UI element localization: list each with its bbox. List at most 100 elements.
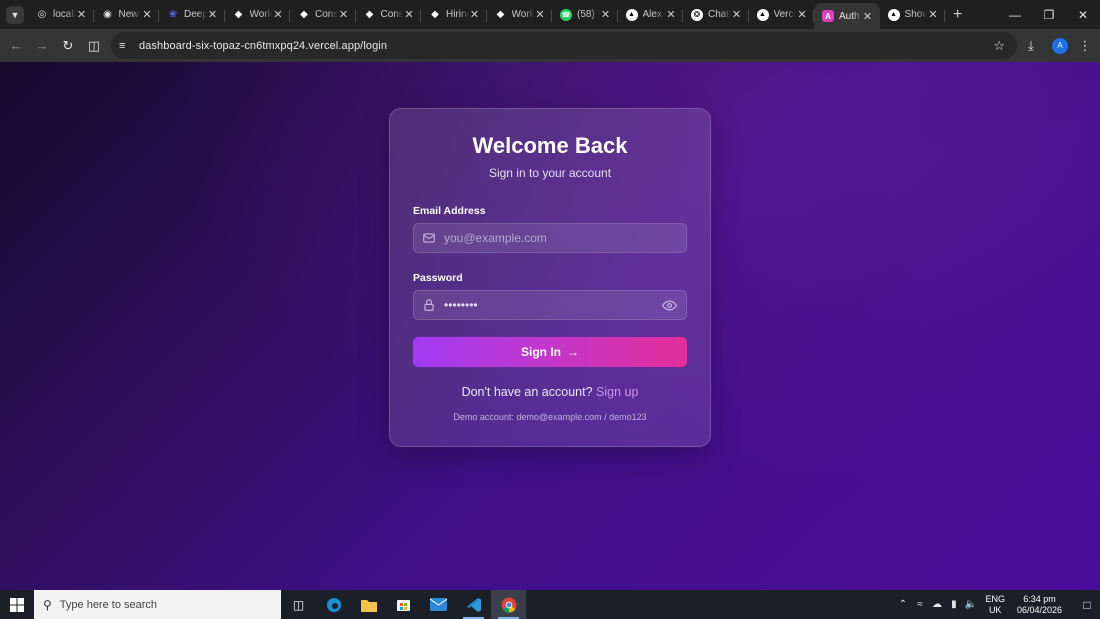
profile-avatar[interactable]: A xyxy=(1052,37,1068,54)
onedrive-icon[interactable]: ☁ xyxy=(928,599,945,610)
browser-tab[interactable]: ◆ Hiring✕ xyxy=(421,2,487,28)
vscode-app[interactable] xyxy=(456,590,491,619)
diamond-icon: ◆ xyxy=(431,9,439,20)
chrome-app[interactable] xyxy=(491,590,526,619)
task-view-icon: ◫ xyxy=(292,597,305,612)
clock-time: 6:34 pm xyxy=(1023,593,1056,604)
tab-title: Show xyxy=(904,9,928,20)
eye-icon[interactable] xyxy=(662,297,678,313)
browser-tab[interactable]: ◆ Console✕ xyxy=(290,2,356,28)
mail-app-icon xyxy=(430,598,447,611)
new-tab-button[interactable]: + xyxy=(953,6,962,24)
taskbar-search-box[interactable]: ⚲ Type here to search xyxy=(34,590,281,619)
vercel-icon: ▲ xyxy=(756,8,769,21)
site-info-icon[interactable]: ≡ xyxy=(119,40,135,52)
back-button[interactable]: ← xyxy=(3,33,29,59)
email-input[interactable] xyxy=(444,231,686,245)
browser-tab[interactable]: ❀ DeepSeek✕ xyxy=(159,2,225,28)
tab-close-icon[interactable]: ✕ xyxy=(600,8,612,21)
sign-up-link[interactable]: Sign up xyxy=(596,385,638,399)
toolbar-right: ⤓ A ⋮ xyxy=(1018,29,1094,62)
notification-icon[interactable]: □ xyxy=(1074,598,1100,612)
folder-icon xyxy=(360,599,377,612)
tab-close-icon[interactable]: ✕ xyxy=(731,8,743,21)
password-input[interactable] xyxy=(444,298,662,312)
url-text[interactable]: dashboard-six-topaz-cn6tmxpq24.vercel.ap… xyxy=(139,40,387,52)
login-subtitle: Sign in to your account xyxy=(488,166,612,180)
tab-title: New Tab xyxy=(118,9,142,20)
browser-tab[interactable]: A Auth ✕ xyxy=(814,3,880,29)
tab-search-button[interactable]: ▼ xyxy=(6,5,24,24)
taskbar-search-placeholder: Type here to search xyxy=(59,598,158,611)
browser-tab[interactable]: ❂ ChatGPT✕ xyxy=(683,2,749,28)
browser-tab[interactable]: ▲ Show ✕ xyxy=(880,2,946,28)
password-label: Password xyxy=(413,272,463,284)
clock[interactable]: 6:34 pm 06/04/2026 xyxy=(1017,594,1062,616)
vercel-icon: ▲ xyxy=(887,8,900,21)
start-button[interactable] xyxy=(0,590,34,619)
download-icon[interactable]: ⤓ xyxy=(1018,38,1044,54)
app-icon: A xyxy=(822,10,834,22)
tab-title: Vercel xyxy=(773,9,797,20)
volume-icon[interactable]: 🔈 xyxy=(962,599,979,610)
browser-tab[interactable]: ◎ localhost✕ xyxy=(28,2,94,28)
bookmark-star-icon[interactable]: ☆ xyxy=(993,38,1005,54)
tab-title: DeepSeek xyxy=(184,9,207,20)
tab-close-icon[interactable]: ✕ xyxy=(141,8,153,21)
lang-code: ENG xyxy=(985,593,1005,604)
tab-close-icon[interactable]: ✕ xyxy=(207,8,219,21)
password-field-wrapper[interactable] xyxy=(413,290,687,320)
tab-title: Workspace xyxy=(249,9,273,20)
browser-tab[interactable]: ▲ Alex ✕ xyxy=(618,2,684,28)
diamond-icon: ◆ xyxy=(300,9,308,20)
address-bar[interactable]: ≡ dashboard-six-topaz-cn6tmxpq24.vercel.… xyxy=(111,32,1017,59)
menu-kebab-icon[interactable]: ⋮ xyxy=(1076,38,1094,54)
tab-close-icon[interactable]: ✕ xyxy=(469,8,481,21)
battery-icon[interactable]: ▮ xyxy=(945,599,962,610)
tab-close-icon[interactable]: ✕ xyxy=(665,8,677,21)
window-controls: — ❐ ✕ xyxy=(998,0,1100,29)
close-window-button[interactable]: ✕ xyxy=(1066,0,1100,29)
reload-button[interactable]: ↻ xyxy=(55,33,81,59)
tab-close-icon[interactable]: ✕ xyxy=(862,10,874,23)
forward-button[interactable]: → xyxy=(29,33,55,59)
tab-close-icon[interactable]: ✕ xyxy=(403,8,415,21)
tab-close-icon[interactable]: ✕ xyxy=(927,8,939,21)
browser-tab[interactable]: ▲ Vercel✕ xyxy=(749,2,815,28)
tab-close-icon[interactable]: ✕ xyxy=(338,8,350,21)
search-icon: ⚲ xyxy=(43,597,52,612)
tab-close-icon[interactable]: ✕ xyxy=(534,8,546,21)
tab-title: Console xyxy=(315,9,338,20)
tab-strip: ▼ ◎localhost✕◉New Tab✕❀DeepSeek✕◆Workspa… xyxy=(0,0,1100,29)
diamond-icon: ◆ xyxy=(496,9,505,20)
tab-close-icon[interactable]: ✕ xyxy=(796,8,808,21)
chrome-icon: ◉ xyxy=(103,9,112,20)
browser-tab[interactable]: ◆ Workspace✕ xyxy=(225,2,291,28)
store-app[interactable] xyxy=(386,590,421,619)
file-explorer-app[interactable] xyxy=(351,590,386,619)
browser-tab[interactable]: ◆ Workspace✕ xyxy=(487,2,553,28)
task-view-button[interactable]: ◫ xyxy=(281,590,316,619)
browser-tab[interactable]: ◉ New Tab✕ xyxy=(94,2,160,28)
chrome-icon xyxy=(501,597,516,612)
tab-list: ◎localhost✕◉New Tab✕❀DeepSeek✕◆Workspace… xyxy=(28,0,945,29)
restore-button[interactable]: ❐ xyxy=(1032,0,1066,29)
email-field-wrapper[interactable] xyxy=(413,223,687,253)
whatsapp-icon: ☎ xyxy=(560,8,572,21)
sign-in-label: Sign In xyxy=(521,345,561,359)
windows-taskbar: ⚲ Type here to search ◫ ⌃ ≈ ☁ ▮ 🔈 ENG UK… xyxy=(0,590,1100,619)
language-indicator[interactable]: ENG UK xyxy=(985,594,1005,616)
browser-tab[interactable]: ☎ (58) WhatsApp✕ xyxy=(552,2,618,28)
chevron-up-icon[interactable]: ⌃ xyxy=(894,599,911,610)
minimize-button[interactable]: — xyxy=(998,0,1032,29)
mail-app[interactable] xyxy=(421,590,456,619)
tab-close-icon[interactable]: ✕ xyxy=(76,8,88,21)
vercel-icon: ▲ xyxy=(625,8,638,21)
browser-tab[interactable]: ◆ Console✕ xyxy=(356,2,422,28)
wifi-icon[interactable]: ≈ xyxy=(911,599,928,610)
edge-app[interactable] xyxy=(316,590,351,619)
split-view-button[interactable]: ◫ xyxy=(81,33,107,59)
reload-icon: ↻ xyxy=(62,37,74,53)
tab-close-icon[interactable]: ✕ xyxy=(272,8,284,21)
sign-in-button[interactable]: Sign In → xyxy=(413,337,687,367)
